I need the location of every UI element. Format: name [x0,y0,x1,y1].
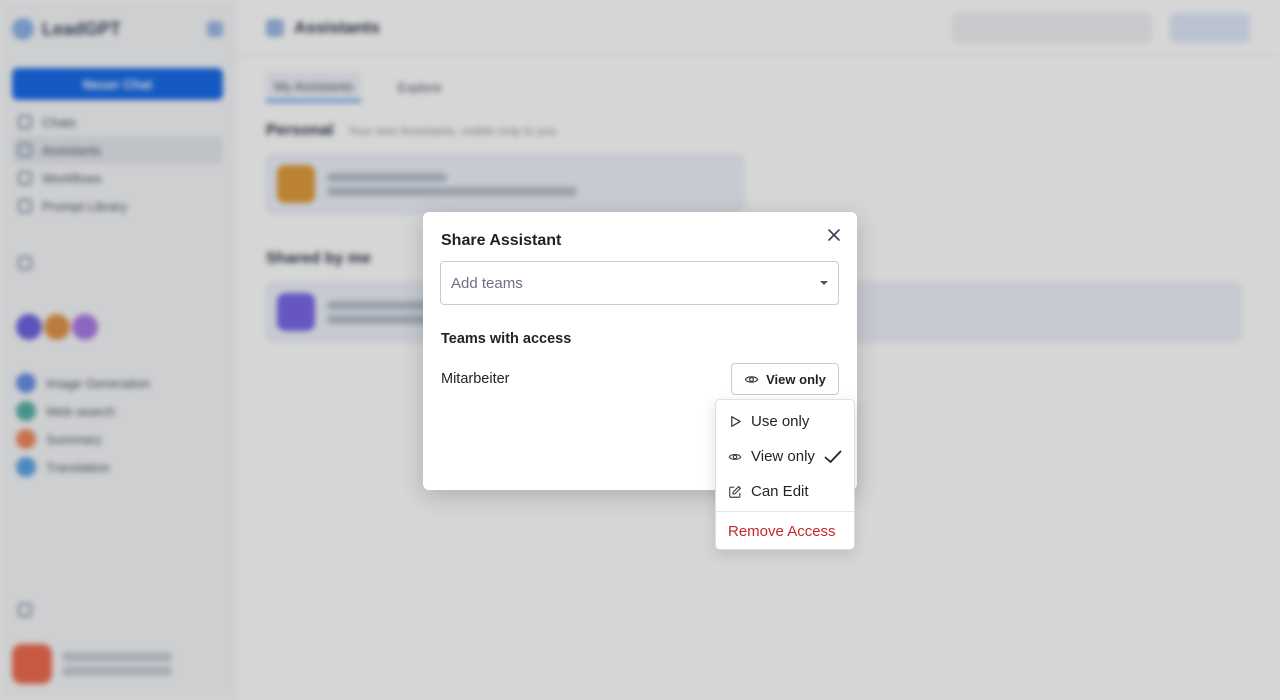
close-button[interactable] [823,224,845,246]
teams-with-access-heading: Teams with access [441,331,572,347]
eye-icon [744,375,759,383]
menu-item-label: Use only [751,413,810,430]
add-teams-placeholder: Add teams [451,274,523,292]
menu-item-can-edit[interactable]: Can Edit [716,474,854,509]
menu-item-remove-access[interactable]: Remove Access [716,514,854,549]
menu-item-label: Can Edit [751,483,809,500]
menu-item-label: Remove Access [728,523,836,540]
permission-label: View only [766,371,826,387]
team-name: Mitarbeiter [441,371,510,387]
menu-divider [716,511,854,512]
checkmark-icon [824,450,842,464]
close-icon [828,229,840,241]
dialog-title: Share Assistant [441,232,562,249]
caret-down-icon [820,281,828,285]
eye-icon [728,450,742,464]
play-icon [728,415,742,429]
permission-dropdown-button[interactable]: View only [731,363,839,395]
permission-menu: Use only View only Can Edit Remove Acces… [715,399,855,550]
menu-item-view-only[interactable]: View only [716,439,854,474]
add-teams-select[interactable]: Add teams [440,261,839,305]
menu-item-use-only[interactable]: Use only [716,404,854,439]
edit-icon [728,485,742,499]
menu-item-label: View only [751,448,815,465]
